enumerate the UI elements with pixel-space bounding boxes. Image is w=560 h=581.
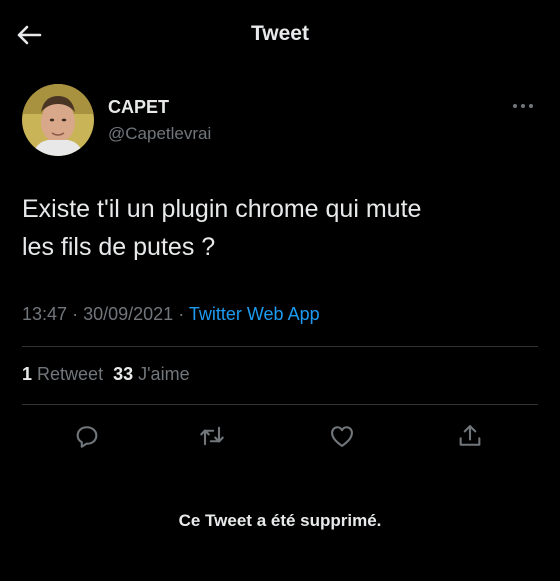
heart-icon (331, 426, 353, 447)
retweet-button[interactable] (192, 416, 232, 456)
like-button[interactable] (322, 416, 362, 456)
tweet-source-link[interactable]: Twitter Web App (189, 304, 320, 324)
avatar-image (22, 84, 94, 156)
retweet-icon (200, 426, 224, 446)
author-name[interactable]: CAPET (108, 97, 169, 118)
avatar[interactable] (22, 84, 94, 156)
tweet-date[interactable]: 30/09/2021 (83, 304, 173, 324)
tweet-time[interactable]: 13:47 (22, 304, 67, 324)
share-button[interactable] (450, 416, 490, 456)
tweet-meta: 13:47 · 30/09/2021 · Twitter Web App (22, 304, 320, 325)
divider (22, 346, 538, 347)
likes-stat[interactable]: 33 J'aime (113, 364, 190, 384)
tweet-text-line: Existe t'il un plugin chrome qui mute (22, 195, 422, 223)
tweet-deleted-notice: Ce Tweet a été supprimé. (178, 511, 382, 530)
likes-count: 33 (113, 364, 134, 384)
tweet-page: Tweet CAPET @Capetlevrai Existe t'il un … (0, 0, 560, 581)
tweet-text-line: les fils de putes ? (22, 233, 216, 261)
tweet-text: Existe t'il un plugin chrome qui mute le… (22, 190, 532, 266)
retweets-label: Retweet (37, 364, 104, 384)
retweets-stat[interactable]: 1 Retweet (22, 364, 103, 384)
more-horizontal-icon (513, 104, 533, 108)
tweet-stats: 1 Retweet 33 J'aime (22, 364, 190, 385)
divider (22, 404, 538, 405)
meta-separator: · (72, 304, 79, 324)
reply-icon (76, 426, 98, 448)
retweets-count: 1 (22, 364, 33, 384)
tweet-actions (0, 416, 560, 456)
meta-separator: · (178, 304, 185, 324)
likes-label: J'aime (138, 364, 190, 384)
author-handle[interactable]: @Capetlevrai (108, 124, 211, 144)
share-icon (459, 425, 481, 446)
more-options-button[interactable] (508, 96, 538, 116)
reply-button[interactable] (67, 416, 107, 456)
page-title: Tweet (251, 22, 309, 45)
header: Tweet (0, 0, 560, 70)
